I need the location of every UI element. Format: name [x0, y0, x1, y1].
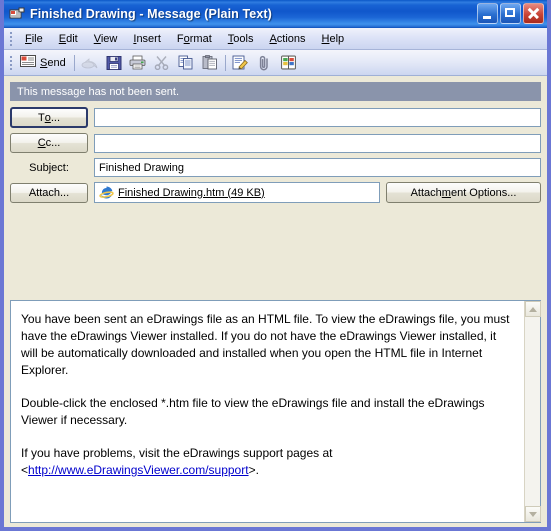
- send-button-label: Send: [40, 56, 66, 69]
- subject-label: Subject:: [29, 161, 69, 174]
- menu-item-actions[interactable]: Actions: [261, 31, 313, 47]
- menu-item-view[interactable]: View: [86, 31, 126, 47]
- attachment-row: Attach... Finished Drawing.htm (49 KB) A…: [10, 182, 541, 203]
- signature-button[interactable]: [230, 52, 252, 73]
- menu-grip-handle[interactable]: [7, 31, 14, 46]
- body-vertical-scrollbar[interactable]: [524, 301, 541, 522]
- toolbar-grip-handle[interactable]: [7, 55, 14, 70]
- menu-item-edit[interactable]: Edit: [51, 31, 86, 47]
- link-bracket-close: >.: [248, 463, 259, 477]
- support-link[interactable]: http://www.eDrawingsViewer.com/support: [28, 463, 249, 477]
- scroll-down-arrow-icon[interactable]: [525, 506, 541, 522]
- cc-input[interactable]: [94, 133, 541, 153]
- close-button[interactable]: [523, 3, 544, 24]
- print-button[interactable]: [127, 52, 149, 73]
- copy-button[interactable]: [175, 52, 197, 73]
- accounts-button: [79, 52, 101, 73]
- body-paragraph-3: If you have problems, visit the eDrawing…: [21, 445, 514, 479]
- toolbar-separator-2: [224, 54, 226, 71]
- title-bar: Finished Drawing - Message (Plain Text): [4, 0, 547, 28]
- attachment-field[interactable]: Finished Drawing.htm (49 KB): [94, 182, 380, 203]
- to-input[interactable]: [94, 108, 541, 127]
- cut-button: [151, 52, 173, 73]
- internet-explorer-icon: [99, 185, 114, 200]
- attach-button[interactable]: Attach...: [10, 182, 88, 203]
- menu-item-help[interactable]: Help: [314, 31, 353, 47]
- window-title: Finished Drawing - Message (Plain Text): [30, 7, 272, 21]
- message-body-area: You have been sent an eDrawings file as …: [10, 300, 541, 523]
- body-paragraph-1: You have been sent an eDrawings file as …: [21, 312, 510, 377]
- menu-item-format[interactable]: Format: [169, 31, 220, 47]
- cc-row: Cc...: [10, 133, 541, 153]
- message-window: Finished Drawing - Message (Plain Text) …: [0, 0, 551, 531]
- attachment-name[interactable]: Finished Drawing.htm (49 KB): [118, 187, 265, 199]
- to-row: To...: [10, 107, 541, 128]
- attachment-options-button[interactable]: Attach m ent Options...: [386, 182, 541, 203]
- paperclip-icon[interactable]: [254, 52, 276, 73]
- send-button[interactable]: Send: [17, 53, 71, 73]
- subject-row: Subject: Finished Drawing: [10, 158, 541, 177]
- standard-toolbar: Send: [4, 50, 547, 76]
- to-button[interactable]: To...: [10, 107, 88, 128]
- body-paragraph-3-prefix: If you have problems, visit the eDrawing…: [21, 446, 333, 460]
- menu-item-file[interactable]: File: [17, 31, 51, 47]
- maximize-button[interactable]: [500, 3, 521, 24]
- message-envelope-icon: [9, 6, 25, 22]
- menu-item-tools[interactable]: Tools: [220, 31, 262, 47]
- link-bracket-open: <: [21, 463, 29, 477]
- envelope-icon: [20, 54, 37, 71]
- paste-button[interactable]: [199, 52, 221, 73]
- scroll-up-arrow-icon[interactable]: [525, 301, 541, 317]
- toolbar-separator: [73, 54, 75, 71]
- body-paragraph-2: Double-click the enclosed *.htm file to …: [21, 396, 485, 427]
- menu-item-insert[interactable]: Insert: [125, 31, 169, 47]
- status-info-bar: This message has not been sent.: [10, 82, 541, 101]
- minimize-button[interactable]: [477, 3, 498, 24]
- message-client-area: This message has not been sent. To... Cc…: [4, 76, 547, 527]
- save-button[interactable]: [103, 52, 125, 73]
- window-controls: [477, 3, 544, 24]
- menu-bar: File Edit View Insert Format Tools Actio…: [4, 28, 547, 50]
- subject-input[interactable]: Finished Drawing: [94, 158, 541, 177]
- cc-button[interactable]: Cc...: [10, 133, 88, 153]
- address-book-button[interactable]: [278, 52, 300, 73]
- message-body-text[interactable]: You have been sent an eDrawings file as …: [11, 301, 524, 522]
